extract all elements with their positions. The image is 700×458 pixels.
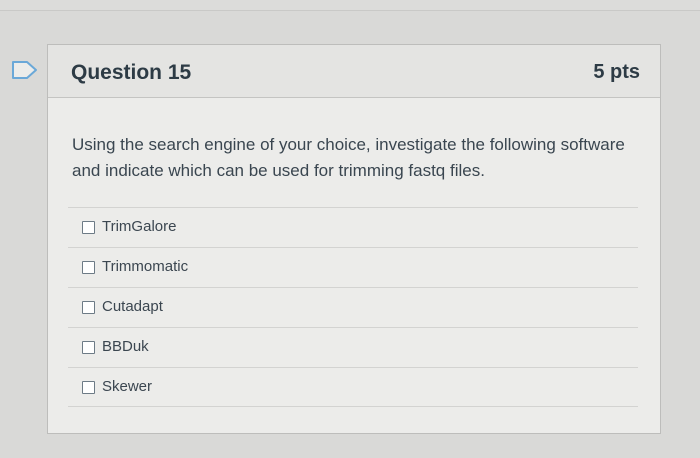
checkbox[interactable] xyxy=(82,341,95,354)
flag-icon[interactable] xyxy=(12,61,38,79)
question-points: 5 pts xyxy=(593,61,640,83)
question-title: Question 15 xyxy=(71,61,192,84)
answer-label: TrimGalore xyxy=(102,218,177,235)
answer-label: Skewer xyxy=(102,378,153,395)
top-strip xyxy=(0,0,700,10)
answer-label: BBDuk xyxy=(102,338,149,355)
question-card: Question 15 5 pts Using the search engin… xyxy=(47,44,661,434)
top-divider xyxy=(0,10,700,11)
question-header: Question 15 5 pts xyxy=(48,45,660,98)
checkbox[interactable] xyxy=(82,221,95,234)
answer-option-bbduk[interactable]: BBDuk xyxy=(68,327,638,367)
answer-list: TrimGalore Trimmomatic Cutadapt BBDuk Sk… xyxy=(68,207,638,407)
answer-option-cutadapt[interactable]: Cutadapt xyxy=(68,287,638,327)
checkbox[interactable] xyxy=(82,381,95,394)
question-text: Using the search engine of your choice, … xyxy=(72,135,625,180)
answer-label: Trimmomatic xyxy=(102,258,189,275)
answer-option-skewer[interactable]: Skewer xyxy=(68,367,638,407)
checkbox[interactable] xyxy=(82,301,95,314)
answer-label: Cutadapt xyxy=(102,298,163,315)
checkbox[interactable] xyxy=(82,261,95,274)
answer-option-trimmomatic[interactable]: Trimmomatic xyxy=(68,247,638,287)
answer-option-trimgalore[interactable]: TrimGalore xyxy=(68,207,638,247)
